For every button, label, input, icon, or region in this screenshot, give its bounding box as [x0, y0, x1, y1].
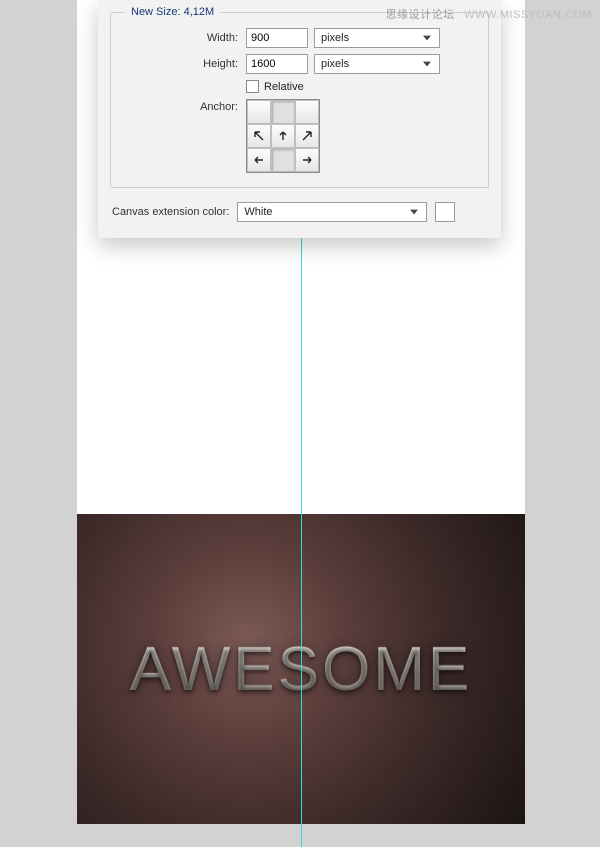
- relative-checkbox[interactable]: [246, 80, 259, 93]
- width-unit-select[interactable]: pixels: [314, 28, 440, 48]
- anchor-bottom-left[interactable]: [247, 148, 271, 172]
- arrow-left-icon: [253, 154, 265, 166]
- new-size-fieldset: New Size: 4,12M Width: pixels Height: pi…: [110, 6, 489, 188]
- chevron-down-icon: [405, 203, 423, 221]
- anchor-top-center[interactable]: [271, 100, 295, 124]
- canvas-ext-row: Canvas extension color: White: [110, 202, 489, 222]
- arrow-up-icon: [277, 130, 289, 142]
- arrow-up-left-icon: [253, 130, 265, 142]
- anchor-top-left[interactable]: [247, 100, 271, 124]
- anchor-bottom-center[interactable]: [271, 148, 295, 172]
- anchor-middle-center[interactable]: [271, 124, 295, 148]
- anchor-middle-left[interactable]: [247, 124, 271, 148]
- canvas-ext-value: White: [244, 206, 272, 218]
- anchor-grid: [246, 99, 320, 173]
- height-unit-select[interactable]: pixels: [314, 54, 440, 74]
- watermark: 思缘设计论坛 WWW.MISSYUAN.COM: [386, 6, 592, 22]
- width-row: Width: pixels: [125, 28, 474, 48]
- awesome-text: AWESOME: [130, 634, 473, 705]
- anchor-middle-right[interactable]: [295, 124, 319, 148]
- watermark-cn: 思缘设计论坛: [386, 9, 455, 21]
- height-input[interactable]: [246, 54, 308, 74]
- canvas-size-dialog: New Size: 4,12M Width: pixels Height: pi…: [98, 0, 501, 238]
- anchor-top-right[interactable]: [295, 100, 319, 124]
- anchor-bottom-right[interactable]: [295, 148, 319, 172]
- width-unit-value: pixels: [321, 32, 349, 44]
- height-label: Height:: [125, 58, 240, 70]
- height-unit-value: pixels: [321, 58, 349, 70]
- width-label: Width:: [125, 32, 240, 44]
- arrow-up-right-icon: [301, 130, 313, 142]
- relative-row: Relative: [246, 80, 474, 93]
- watermark-url: WWW.MISSYUAN.COM: [464, 9, 592, 21]
- canvas-artwork: AWESOME: [77, 514, 525, 824]
- anchor-row: Anchor:: [125, 99, 474, 173]
- arrow-right-icon: [301, 154, 313, 166]
- chevron-down-icon: [418, 29, 436, 47]
- height-row: Height: pixels: [125, 54, 474, 74]
- new-size-legend: New Size: 4,12M: [125, 6, 220, 18]
- canvas-ext-swatch[interactable]: [435, 202, 455, 222]
- relative-label: Relative: [264, 81, 304, 93]
- chevron-down-icon: [418, 55, 436, 73]
- canvas-ext-label: Canvas extension color:: [112, 206, 229, 218]
- width-input[interactable]: [246, 28, 308, 48]
- anchor-label: Anchor:: [125, 99, 240, 113]
- canvas-ext-select[interactable]: White: [237, 202, 427, 222]
